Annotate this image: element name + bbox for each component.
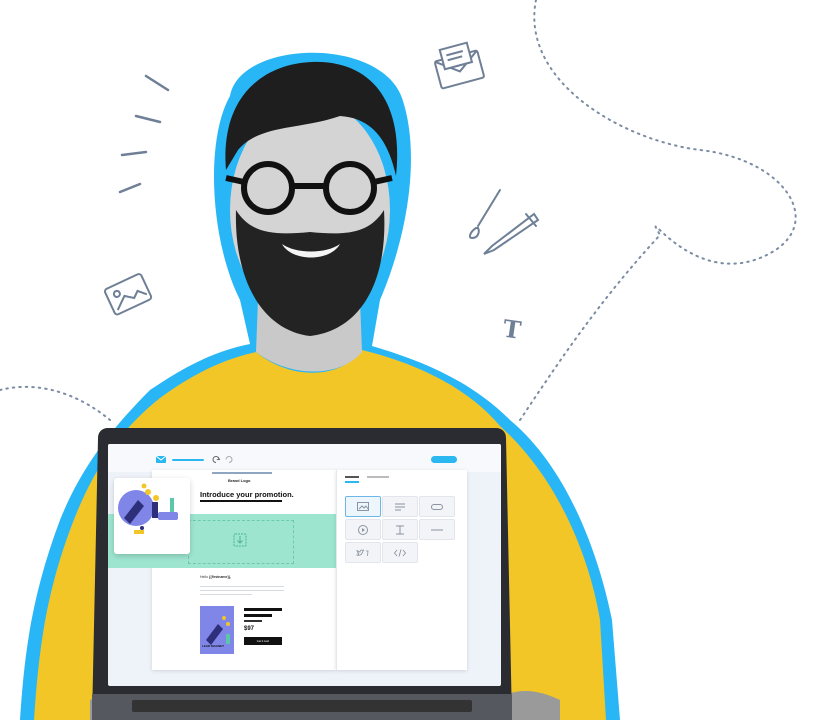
body-text-line [200, 586, 284, 587]
social-tool-icon [356, 549, 369, 556]
button-tool-icon [431, 503, 443, 510]
undo-icon[interactable] [212, 455, 221, 464]
template-name-field[interactable] [172, 459, 204, 461]
app-toolbar [108, 444, 501, 472]
product-title-bar [244, 608, 282, 611]
video-tool-icon [358, 524, 368, 535]
html-tool-icon [394, 548, 406, 557]
brand-logo: Brand Logo [228, 478, 251, 483]
text-tool[interactable] [382, 496, 418, 517]
panel-tab-settings[interactable] [367, 476, 389, 478]
product-title: LEAD MAGNET [202, 644, 224, 648]
download-icon [233, 533, 247, 547]
product-image[interactable]: LEAD MAGNET [200, 606, 234, 654]
spacer-tool-icon [396, 525, 404, 534]
video-tool[interactable] [345, 519, 381, 540]
magnet-illustration [118, 483, 178, 534]
keyboard-row [132, 700, 472, 712]
save-button[interactable] [431, 456, 457, 463]
body-text-line [200, 590, 284, 591]
email-greeting[interactable]: Hello {{firstname}}, [200, 575, 231, 579]
product-price: $97 [244, 626, 255, 632]
cta-button[interactable]: Get it now! [244, 637, 282, 645]
headline-underline [200, 500, 282, 502]
html-tool[interactable] [382, 542, 418, 563]
spacer-tool[interactable] [382, 519, 418, 540]
social-tool[interactable] [345, 542, 381, 563]
redo-icon[interactable] [224, 455, 233, 464]
body-text-line [200, 594, 252, 595]
mail-logo-icon [156, 456, 166, 463]
product-text-line [244, 620, 262, 622]
panel-tab-active-indicator [345, 481, 359, 483]
image-tool[interactable] [345, 496, 381, 517]
divider-tool[interactable] [419, 519, 455, 540]
text-tool-icon [395, 503, 405, 510]
button-tool[interactable] [419, 496, 455, 517]
email-builder-screen: Brand Logo Introduce your promotion. Hel… [108, 444, 501, 686]
product-title-bar [244, 614, 272, 617]
email-headline[interactable]: Introduce your promotion. [200, 490, 294, 499]
image-tool-icon [357, 502, 369, 511]
floating-image-card[interactable] [114, 478, 190, 554]
content-blocks-panel [336, 470, 467, 670]
brand-logo-underline [212, 472, 272, 474]
divider-tool-icon [431, 529, 443, 530]
panel-tab-content[interactable] [345, 476, 359, 478]
